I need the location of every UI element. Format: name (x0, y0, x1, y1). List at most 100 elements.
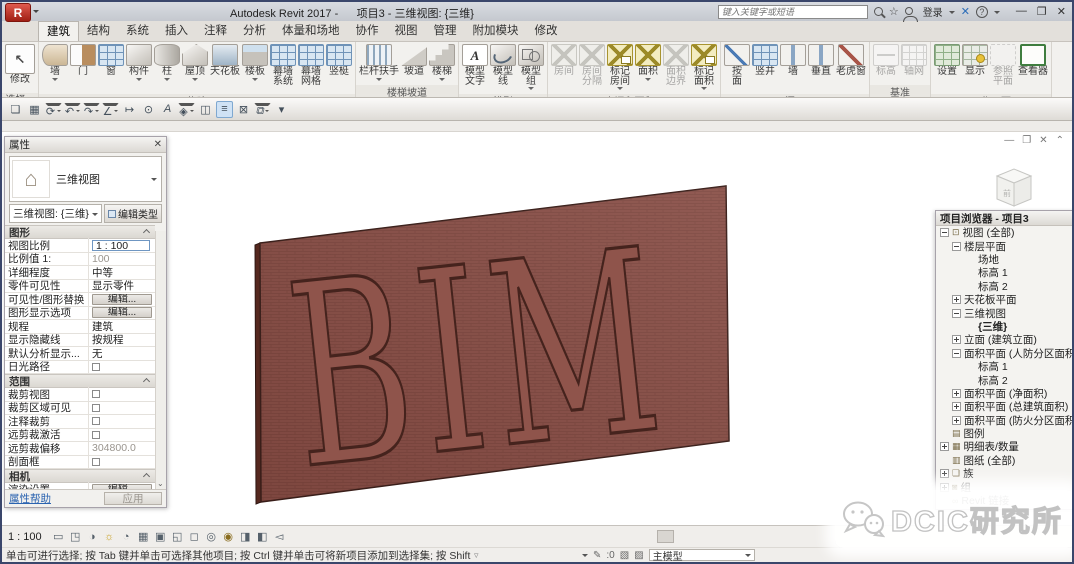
qat-button[interactable]: ↦ (121, 101, 138, 118)
property-value[interactable]: 显示零件 (92, 278, 134, 293)
ribbon-button[interactable]: 垂直 (807, 43, 835, 84)
type-selector[interactable]: ⌂ 三维视图 (9, 156, 162, 202)
ribbon-group-title[interactable]: 楼梯坡道 (356, 85, 458, 97)
view-restore-icon[interactable]: ❐ (1022, 135, 1031, 146)
ribbon-button[interactable]: 显示 (961, 43, 989, 84)
apply-button[interactable]: 应用 (104, 492, 162, 505)
tree-item[interactable]: ▦ 明细表/数量 (936, 440, 1072, 453)
properties-scrollbar[interactable]: ⌄ (155, 231, 166, 489)
ribbon-button[interactable]: 构件 (125, 43, 153, 84)
ribbon-button[interactable]: 墙 (41, 43, 69, 84)
ribbon-button[interactable]: 门 (69, 43, 97, 84)
ribbon-button[interactable]: 天花板 (209, 43, 241, 84)
tree-expander-icon[interactable] (940, 228, 949, 238)
tree-item[interactable]: 天花板平面 (936, 293, 1072, 306)
ribbon-tab[interactable]: 结构 (79, 21, 118, 41)
help-search-input[interactable] (717, 4, 868, 19)
ribbon-button[interactable]: 参照 平面 (989, 43, 1017, 93)
ribbon-tab[interactable]: 建筑 (38, 21, 79, 41)
property-checkbox[interactable] (92, 417, 100, 426)
qat-button[interactable]: ❏ (7, 101, 24, 118)
tree-expander-icon[interactable] (952, 335, 961, 345)
ribbon-button[interactable]: 幕墙 网格 (297, 43, 325, 93)
qat-button[interactable]: ↷ (83, 102, 100, 120)
view-control-icon[interactable]: ☼ (101, 529, 118, 545)
property-checkbox[interactable] (92, 457, 100, 466)
ribbon-button[interactable]: 幕墙 系统 (269, 43, 297, 93)
qat-button[interactable]: ◈ (178, 102, 195, 120)
ribbon-button[interactable]: 楼梯 (428, 43, 456, 84)
tree-item[interactable]: ▤ 图例 (936, 427, 1072, 440)
ribbon-button[interactable]: 标记 面积 (690, 43, 718, 93)
view-control-icon[interactable]: ◅ (271, 529, 288, 545)
tree-item[interactable]: 标高 2 (936, 280, 1072, 293)
tree-item[interactable]: 三维视图 (936, 306, 1072, 320)
property-checkbox[interactable] (92, 403, 100, 412)
property-checkbox[interactable] (92, 362, 100, 371)
close-button[interactable]: ✕ (1057, 5, 1066, 18)
ribbon-tab[interactable]: 插入 (157, 21, 196, 41)
tree-item[interactable]: ⊡ 视图 (全部) (936, 226, 1072, 239)
ribbon-button[interactable]: 屋顶 (181, 43, 209, 84)
tree-expander-icon[interactable] (940, 469, 949, 479)
view-scale-button[interactable]: 1 : 100 (8, 531, 42, 543)
qat-button[interactable]: ▾ (273, 101, 290, 118)
view-control-icon[interactable]: ▣ (152, 529, 169, 545)
qat-button[interactable]: ↶ (64, 102, 81, 120)
view-control-icon[interactable]: ◳ (67, 529, 84, 545)
ribbon-button[interactable]: 标高 (872, 43, 900, 84)
editable-only-icon[interactable]: ✎ (593, 550, 601, 561)
ribbon-tab[interactable]: 管理 (426, 21, 465, 41)
view-control-icon[interactable]: ◉ (220, 529, 237, 545)
status-caret-icon[interactable] (582, 554, 588, 560)
edit-type-button[interactable]: 编辑类型 (104, 204, 162, 223)
properties-close-icon[interactable]: ✕ (154, 139, 162, 150)
ribbon-button[interactable]: 竖梃 (325, 43, 353, 84)
scroll-collapse-icon[interactable]: ⌃ (1056, 135, 1064, 146)
view-control-icon[interactable]: ◻ (186, 529, 203, 545)
instance-selector[interactable]: 三维视图: {三维} (9, 204, 102, 223)
design-options-select[interactable]: 主模型 (648, 549, 755, 562)
ribbon-button[interactable]: 坡道 (400, 43, 428, 84)
property-value[interactable]: 1 : 100 (92, 239, 150, 251)
sign-in-person-icon[interactable] (902, 6, 918, 22)
view-control-icon[interactable]: ◎ (203, 529, 220, 545)
view-control-icon[interactable]: ◱ (169, 529, 186, 545)
view-control-icon[interactable]: ◔ (118, 529, 135, 545)
property-checkbox[interactable] (92, 390, 100, 399)
help-icon[interactable]: ? (975, 5, 988, 18)
restore-button[interactable]: ❐ (1037, 5, 1047, 18)
tree-item[interactable]: 面积平面 (人防分区面积) (936, 347, 1072, 360)
property-value[interactable]: 304800.0 (92, 442, 136, 454)
tree-item[interactable]: 楼层平面 (936, 239, 1072, 253)
ribbon-button[interactable]: 栏杆扶手 (358, 43, 400, 84)
minimize-button[interactable]: — (1016, 5, 1027, 18)
tree-expander-icon[interactable] (952, 295, 961, 305)
drawing-area[interactable]: BIM — ❐ ✕ ⌃ 前 属性 ✕ ⌂ 三维视图 三维视图: {三维} 编辑类… (2, 132, 1072, 525)
ribbon-tab[interactable]: 视图 (387, 21, 426, 41)
ribbon-button[interactable]: 轴网 (900, 43, 928, 84)
ribbon-button[interactable]: 查看器 (1017, 43, 1049, 84)
tree-item[interactable]: 标高 1 (936, 360, 1072, 373)
sign-in-label[interactable]: 登录 (923, 4, 943, 19)
design-options-icon[interactable]: ▨ (634, 550, 643, 561)
sign-in-caret-icon[interactable] (948, 10, 955, 17)
ribbon-button[interactable]: 柱 (153, 43, 181, 84)
ribbon-button[interactable]: A 模型 文字 (461, 43, 489, 93)
ribbon-button[interactable]: 老虎窗 (835, 43, 867, 84)
ribbon-button[interactable]: 竖井 (751, 43, 779, 84)
revit-app-menu-button[interactable]: R (5, 3, 31, 22)
ribbon-button[interactable]: 房间 分隔 (578, 43, 606, 93)
tree-item[interactable]: 面积平面 (防火分区面积) (936, 413, 1072, 427)
ribbon-tab[interactable]: 注释 (196, 21, 235, 41)
ribbon-group-title[interactable]: 基准 (870, 85, 930, 97)
tree-item[interactable]: 面积平面 (净面积) (936, 387, 1072, 400)
ribbon-button[interactable]: 窗 (97, 43, 125, 84)
ribbon-button[interactable]: 按 面 (723, 43, 751, 93)
tree-expander-icon[interactable] (940, 442, 949, 452)
view-control-icon[interactable]: ◑ (84, 529, 101, 545)
worksets-icon[interactable]: ▧ (620, 550, 629, 561)
search-icon[interactable] (873, 7, 883, 16)
ribbon-button[interactable]: 设置 (933, 43, 961, 84)
exchange-apps-icon[interactable]: ✕ (961, 5, 970, 18)
